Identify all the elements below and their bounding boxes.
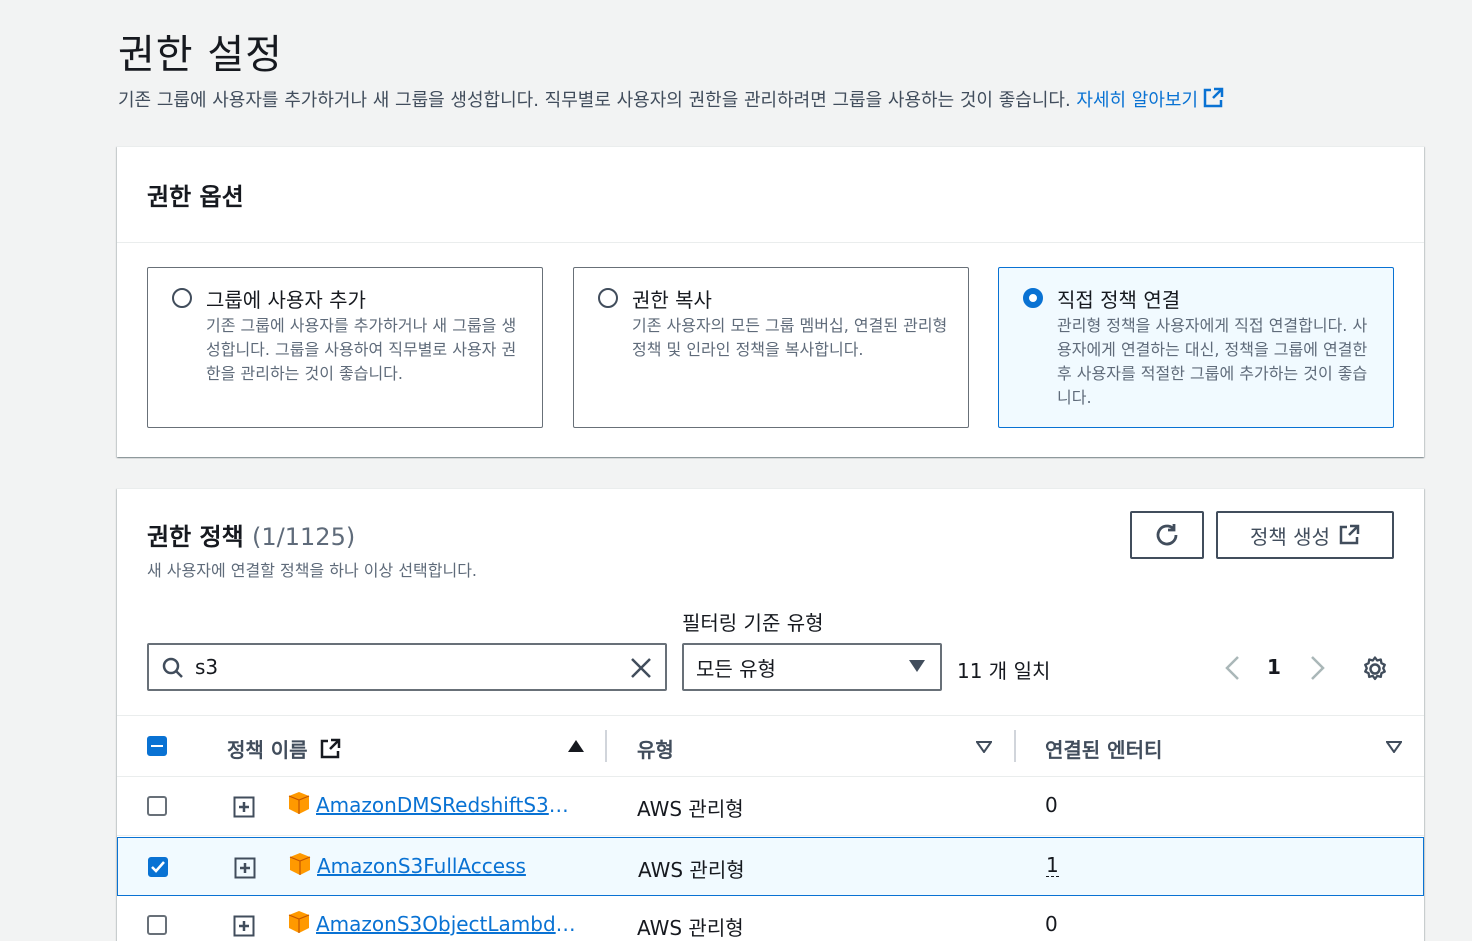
table-row[interactable]: AmazonS3ObjectLambdaExecutionRolePolicy … (117, 896, 1424, 941)
sort-icon[interactable] (976, 741, 992, 753)
option-description: 기존 그룹에 사용자를 추가하거나 새 그룹을 생성합니다. 그룹을 사용하여 … (206, 316, 517, 383)
check-icon (151, 861, 165, 873)
create-policy-label: 정책 생성 (1250, 524, 1330, 549)
chevron-left-icon[interactable] (1223, 655, 1243, 681)
match-count: 11 개 일치 (957, 659, 1051, 683)
row-checkbox[interactable] (147, 915, 167, 935)
column-separator[interactable] (1014, 730, 1016, 762)
external-link-icon (1203, 87, 1224, 108)
learn-more-label: 자세히 알아보기 (1076, 90, 1199, 111)
radio-add-to-group[interactable] (172, 288, 192, 308)
column-name-label: 정책 이름 (227, 738, 308, 762)
option-attach-policies[interactable]: 직접 정책 연결 관리형 정책을 사용자에게 직접 연결합니다. 사용자에게 연… (998, 267, 1394, 428)
policy-name-link[interactable]: AmazonS3ObjectLambdaExecutionRolePolicy (316, 912, 581, 936)
policies-count: (1/1125) (252, 523, 356, 551)
current-page[interactable]: 1 (1267, 655, 1281, 679)
expand-icon[interactable] (233, 796, 255, 818)
option-description: 기존 사용자의 모든 그룹 멤버십, 연결된 관리형 정책 및 인라인 정책을 … (632, 316, 948, 359)
learn-more-link[interactable]: 자세히 알아보기 (1076, 87, 1224, 111)
external-link-icon (1339, 524, 1360, 545)
search-icon (162, 657, 183, 678)
table-row[interactable]: AmazonDMSRedshiftS3Role AWS 관리형 0 (117, 777, 1424, 836)
permission-options-panel: 권한 옵션 그룹에 사용자 추가 기존 그룹에 사용자를 추가하거나 새 그룹을… (117, 146, 1424, 457)
select-all-checkbox[interactable] (147, 736, 167, 756)
type-filter-select[interactable]: 모든 유형 (682, 643, 942, 691)
gear-icon[interactable] (1361, 655, 1389, 683)
type-select-value: 모든 유형 (696, 657, 776, 681)
options-panel-title: 권한 옵션 (147, 183, 244, 211)
column-header-type[interactable]: 유형 (637, 734, 674, 763)
expand-icon[interactable] (233, 915, 255, 937)
policy-search-input[interactable] (195, 653, 615, 681)
radio-attach-policies[interactable] (1023, 288, 1043, 308)
page-description: 기존 그룹에 사용자를 추가하거나 새 그룹을 생성합니다. 직무별로 사용자의… (118, 86, 1224, 112)
option-title: 직접 정책 연결 (1057, 288, 1181, 312)
create-policy-button[interactable]: 정책 생성 (1216, 511, 1394, 559)
sort-icon[interactable] (1386, 741, 1402, 753)
permission-policies-panel: 권한 정책 (1/1125) 새 사용자에 연결할 정책을 하나 이상 선택합니… (117, 488, 1424, 941)
column-separator[interactable] (605, 730, 607, 762)
policy-type: AWS 관리형 (638, 858, 745, 882)
policy-name-link[interactable]: AmazonS3FullAccess (317, 854, 582, 878)
row-checkbox[interactable] (148, 857, 168, 877)
option-copy-permissions[interactable]: 권한 복사 기존 사용자의 모든 그룹 멤버십, 연결된 관리형 정책 및 인라… (573, 267, 969, 428)
table-row-selected[interactable]: AmazonS3FullAccess AWS 관리형 1 (117, 837, 1424, 896)
table-header: 정책 이름 유형 연결된 엔터티 (117, 715, 1424, 777)
chevron-right-icon[interactable] (1307, 655, 1327, 681)
policy-search-box[interactable] (147, 643, 667, 691)
policy-name-link[interactable]: AmazonDMSRedshiftS3Role (316, 793, 581, 817)
option-title: 권한 복사 (632, 288, 712, 312)
option-description: 관리형 정책을 사용자에게 직접 연결합니다. 사용자에게 연결하는 대신, 정… (1057, 316, 1368, 407)
refresh-button[interactable] (1130, 511, 1204, 559)
options-panel-header: 권한 옵션 (117, 147, 1424, 243)
aws-package-icon (289, 853, 311, 875)
sort-ascending-icon[interactable] (568, 740, 584, 752)
page-title: 권한 설정 (118, 32, 283, 78)
option-title: 그룹에 사용자 추가 (206, 288, 366, 312)
policy-type: AWS 관리형 (637, 797, 744, 821)
expand-icon[interactable] (234, 857, 256, 879)
caret-down-icon (909, 660, 925, 672)
policies-title: 권한 정책 (1/1125) (147, 517, 355, 552)
clear-icon[interactable] (629, 656, 653, 680)
external-link-icon (320, 738, 340, 759)
column-header-entities[interactable]: 연결된 엔터티 (1045, 734, 1162, 763)
aws-package-icon (288, 792, 310, 814)
column-header-name[interactable]: 정책 이름 (227, 734, 341, 763)
page-description-text: 기존 그룹에 사용자를 추가하거나 새 그룹을 생성합니다. 직무별로 사용자의… (118, 90, 1071, 111)
policy-entities: 0 (1045, 912, 1058, 936)
aws-package-icon (288, 911, 310, 933)
policy-entities[interactable]: 1 (1046, 854, 1059, 877)
policies-subtitle: 새 사용자에 연결할 정책을 하나 이상 선택합니다. (147, 561, 478, 580)
policies-title-text: 권한 정책 (147, 523, 244, 551)
option-add-to-group[interactable]: 그룹에 사용자 추가 기존 그룹에 사용자를 추가하거나 새 그룹을 생성합니다… (147, 267, 543, 428)
row-checkbox[interactable] (147, 796, 167, 816)
filter-type-label: 필터링 기준 유형 (682, 611, 824, 635)
radio-copy-permissions[interactable] (598, 288, 618, 308)
policy-type: AWS 관리형 (637, 916, 744, 940)
policy-entities: 0 (1045, 793, 1058, 817)
refresh-icon (1156, 524, 1178, 546)
